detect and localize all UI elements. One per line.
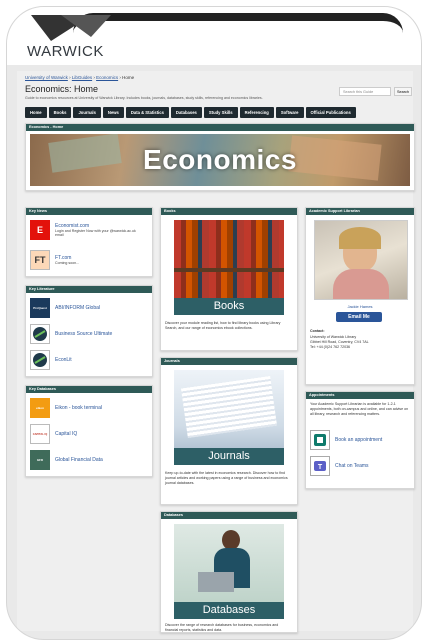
panel-header: Key Literature: [26, 286, 152, 293]
key-literature-panel: Key Literature ProQuest ABI/INFORM Globa…: [25, 285, 153, 377]
economics-banner-image: Economics: [30, 134, 410, 186]
breadcrumb-current: Home: [122, 75, 135, 80]
databases-panel: Databases Databases Discover the range o…: [160, 511, 298, 633]
panel-header: Academic Support Librarian: [306, 208, 414, 215]
item-link[interactable]: Global Financial Data: [55, 457, 103, 463]
item-link[interactable]: EconLit: [55, 357, 72, 363]
ebsco-icon: [30, 324, 50, 344]
page-description: Guide to economics resources at Universi…: [25, 96, 263, 100]
search-button[interactable]: Search: [394, 87, 412, 96]
warwick-logo-mark-icon: [31, 15, 111, 41]
panel-header: Journals: [161, 358, 297, 365]
banner-panel: Economics - Home Economics: [25, 123, 415, 191]
appointments-description: Your Academic Support Librarian is avail…: [310, 402, 409, 416]
key-news-panel: Key News E Economist.com Login and Regis…: [25, 207, 153, 277]
tab-databases[interactable]: Databases: [170, 107, 202, 118]
list-item[interactable]: GFD Global Financial Data: [30, 450, 103, 470]
journals-caption: Journals: [174, 448, 284, 465]
books-caption: Books: [174, 298, 284, 315]
tab-news[interactable]: News: [102, 107, 124, 118]
chat-on-teams-link[interactable]: Chat on Teams: [335, 463, 369, 469]
item-link[interactable]: Eikon - book terminal: [55, 405, 102, 411]
item-note: Coming soon...: [55, 261, 80, 265]
librarian-photo: [314, 220, 408, 300]
list-item[interactable]: EconLit: [30, 350, 72, 370]
tab-software[interactable]: Software: [275, 107, 304, 118]
panel-header: Economics - Home: [26, 124, 414, 131]
libguide-page: University of Warwick › LibGuides › Econ…: [17, 71, 415, 633]
panel-header: Databases: [161, 512, 297, 519]
list-item[interactable]: eikon Eikon - book terminal: [30, 398, 102, 418]
banner-title: Economics: [143, 144, 297, 175]
page-title: Economics: Home: [25, 84, 99, 94]
tab-home[interactable]: Home: [25, 107, 47, 118]
book-appointment-link[interactable]: Book an appointment: [335, 437, 382, 443]
appointments-panel: Appointments Your Academic Support Libra…: [305, 391, 415, 489]
item-note: Login and Register Now with your @warwic…: [55, 229, 136, 237]
panel-header: Key Databases: [26, 386, 152, 393]
warwick-logo[interactable]: WARWICK: [27, 43, 104, 60]
contact-label: Contact:: [310, 329, 325, 333]
panel-header: Appointments: [306, 392, 414, 399]
list-item[interactable]: ProQuest ABI/INFORM Global: [30, 298, 100, 318]
list-item[interactable]: Book an appointment: [310, 430, 382, 450]
item-link[interactable]: Business Source Ultimate: [55, 331, 112, 337]
tab-official-publications[interactable]: Official Publications: [305, 107, 356, 118]
site-header: WARWICK: [7, 7, 421, 65]
journals-image[interactable]: Journals: [174, 370, 284, 465]
teams-icon: T: [310, 456, 330, 476]
tab-journals[interactable]: Journals: [73, 107, 101, 118]
capital-iq-icon: CAPITAL IQ: [30, 424, 50, 444]
librarian-name[interactable]: Jackie Hames: [306, 304, 414, 309]
eikon-icon: eikon: [30, 398, 50, 418]
journals-panel: Journals Journals Keep up-to-date with t…: [160, 357, 298, 505]
panel-header: Books: [161, 208, 297, 215]
email-me-button[interactable]: Email Me: [336, 312, 382, 322]
breadcrumb-link[interactable]: Economics: [96, 75, 118, 80]
contact-line: Tel: +44 (0)24 762 72036: [310, 345, 351, 349]
gfd-icon: GFD: [30, 450, 50, 470]
tab-data-statistics[interactable]: Data & Statistics: [125, 107, 169, 118]
device-frame: WARWICK University of Warwick › LibGuide…: [6, 6, 422, 640]
books-image[interactable]: Books: [174, 220, 284, 315]
proquest-icon: ProQuest: [30, 298, 50, 318]
tab-books[interactable]: Books: [48, 107, 72, 118]
ft-icon: FT: [30, 250, 50, 270]
books-description: Discover your module reading list, how t…: [165, 321, 281, 330]
databases-image[interactable]: Databases: [174, 524, 284, 619]
list-item[interactable]: CAPITAL IQ Capital IQ: [30, 424, 77, 444]
guide-tabs: Home Books Journals News Data & Statisti…: [25, 107, 356, 118]
databases-caption: Databases: [174, 602, 284, 619]
tab-study-skills[interactable]: Study Skills: [203, 107, 238, 118]
support-librarian-panel: Academic Support Librarian Jackie Hames …: [305, 207, 415, 385]
books-panel: Books Books Discover your module reading…: [160, 207, 298, 351]
tab-referencing[interactable]: Referencing: [239, 107, 274, 118]
list-item[interactable]: Business Source Ultimate: [30, 324, 112, 344]
breadcrumb: University of Warwick › LibGuides › Econ…: [25, 75, 135, 80]
ebsco-icon: [30, 350, 50, 370]
breadcrumb-link[interactable]: LibGuides: [72, 75, 92, 80]
economist-icon: E: [30, 220, 50, 240]
list-item[interactable]: E Economist.com Login and Register Now w…: [30, 220, 143, 240]
search-input[interactable]: Search this Guide: [339, 87, 391, 96]
panel-header: Key News: [26, 208, 152, 215]
bookings-icon: [310, 430, 330, 450]
list-item[interactable]: T Chat on Teams: [310, 456, 369, 476]
breadcrumb-link[interactable]: University of Warwick: [25, 75, 68, 80]
journals-description: Keep up-to-date with the latest in econo…: [165, 471, 288, 485]
item-link[interactable]: Capital IQ: [55, 431, 77, 437]
databases-description: Discover the range of research databases…: [165, 623, 279, 632]
list-item[interactable]: FT FT.com Coming soon...: [30, 250, 79, 270]
item-link[interactable]: ABI/INFORM Global: [55, 305, 100, 311]
key-databases-panel: Key Databases eikon Eikon - book termina…: [25, 385, 153, 477]
header-arc-decoration: [73, 13, 403, 57]
svg-text:T: T: [318, 464, 323, 471]
